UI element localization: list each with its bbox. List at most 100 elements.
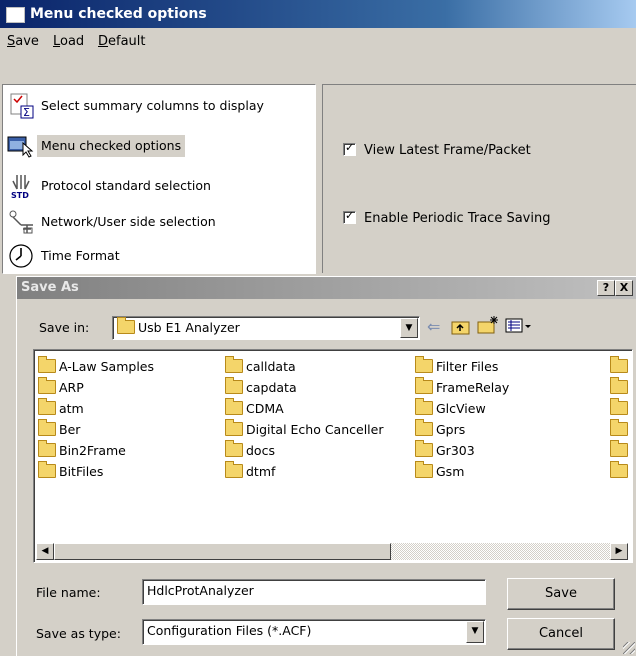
folder-item[interactable]: A-Law Samples [38, 356, 154, 377]
close-button[interactable]: X [615, 280, 633, 296]
folder-icon [225, 356, 243, 373]
dialog-title: Save As [21, 280, 79, 295]
folder-item[interactable]: calldata [225, 356, 383, 377]
option-item-menu-checked[interactable]: Menu checked options [5, 129, 305, 163]
folder-icon [415, 377, 433, 394]
file-column-partial [610, 356, 631, 482]
folder-icon[interactable] [610, 440, 628, 457]
folder-icon[interactable] [610, 419, 628, 436]
window-title: Menu checked options [30, 6, 207, 22]
window-titlebar: Menu checked options [0, 0, 636, 28]
back-icon[interactable]: ⇐ [427, 317, 440, 336]
folder-icon [415, 356, 433, 373]
folder-icon [415, 440, 433, 457]
folder-icon[interactable] [610, 356, 628, 373]
file-list[interactable]: A-Law Samples ARP atm Ber Bin2Frame BitF… [33, 349, 633, 563]
network-icon [9, 210, 33, 234]
folder-item[interactable]: FrameRelay [415, 377, 509, 398]
option-label: Network/User side selection [41, 214, 216, 229]
folder-item[interactable]: atm [38, 398, 154, 419]
option-item-network-side[interactable]: Network/User side selection [5, 205, 305, 239]
menu-save[interactable]: Save [7, 34, 39, 49]
svg-text:Σ: Σ [23, 106, 30, 119]
file-column: calldata capdata CDMA Digital Echo Cance… [225, 356, 383, 482]
folder-item[interactable]: Digital Echo Canceller [225, 419, 383, 440]
option-item-protocol-standard[interactable]: STD Protocol standard selection [5, 169, 305, 203]
folder-item[interactable]: Ber [38, 419, 154, 440]
std-icon: STD [11, 175, 30, 199]
folder-icon [117, 317, 135, 334]
folder-item[interactable]: Gr303 [415, 440, 509, 461]
folder-icon [225, 398, 243, 415]
file-column: A-Law Samples ARP atm Ber Bin2Frame BitF… [38, 356, 154, 482]
summary-columns-icon: Σ [10, 93, 34, 119]
folder-item[interactable]: CDMA [225, 398, 383, 419]
save-as-type-label: Save as type: [36, 626, 121, 641]
folder-icon [38, 461, 56, 478]
checkbox-checked-icon[interactable] [343, 209, 356, 224]
save-as-type-dropdown[interactable]: Configuration Files (*.ACF) ▼ [142, 619, 486, 645]
folder-item[interactable]: Gprs [415, 419, 509, 440]
scroll-right-icon[interactable]: ▶ [610, 543, 628, 560]
checkbox-checked-icon[interactable] [343, 141, 356, 156]
folder-icon[interactable] [610, 377, 628, 394]
menu-load[interactable]: Load [53, 34, 84, 49]
folder-item[interactable]: Filter Files [415, 356, 509, 377]
file-name-value: HdlcProtAnalyzer [147, 583, 254, 598]
folder-icon [38, 419, 56, 436]
option-label: Protocol standard selection [41, 178, 211, 193]
options-list: Σ Select summary columns to display Menu… [2, 84, 316, 274]
view-menu-icon[interactable] [505, 318, 533, 334]
options-settings-panel: View Latest Frame/Packet Enable Periodic… [322, 84, 636, 273]
option-item-time-format[interactable]: Time Format [5, 239, 305, 273]
folder-icon [38, 398, 56, 415]
menu-options-icon [7, 136, 34, 158]
enable-periodic-trace-checkbox[interactable]: Enable Periodic Trace Saving [343, 209, 551, 226]
folder-item[interactable]: ARP [38, 377, 154, 398]
option-label: Time Format [41, 248, 120, 263]
folder-icon [38, 356, 56, 373]
save-as-dialog: Save As ? X Save in: Usb E1 Analyzer ▼ ⇐… [16, 276, 636, 656]
folder-item[interactable]: GlcView [415, 398, 509, 419]
file-name-input[interactable]: HdlcProtAnalyzer [142, 579, 486, 605]
save-in-label: Save in: [39, 320, 90, 335]
file-name-label: File name: [36, 585, 101, 600]
option-label: Menu checked options [37, 135, 186, 157]
view-latest-frame-checkbox[interactable]: View Latest Frame/Packet [343, 141, 531, 158]
checkbox-label: View Latest Frame/Packet [364, 143, 531, 158]
menu-default[interactable]: Default [98, 34, 146, 49]
folder-icon[interactable] [610, 398, 628, 415]
cancel-button[interactable]: Cancel [507, 618, 615, 650]
folder-item[interactable]: Bin2Frame [38, 440, 154, 461]
folder-item[interactable]: dtmf [225, 461, 383, 482]
folder-icon [415, 461, 433, 478]
dialog-titlebar: Save As ? X [17, 277, 636, 299]
folder-item[interactable]: docs [225, 440, 383, 461]
file-column: Filter Files FrameRelay GlcView Gprs Gr3… [415, 356, 509, 482]
folder-icon [225, 419, 243, 436]
folder-icon [38, 440, 56, 457]
horizontal-scrollbar[interactable]: ◀ ▶ [36, 543, 628, 560]
folder-item[interactable]: Gsm [415, 461, 509, 482]
folder-item[interactable]: BitFiles [38, 461, 154, 482]
folder-icon[interactable] [610, 461, 628, 478]
folder-item[interactable]: capdata [225, 377, 383, 398]
folder-icon [38, 377, 56, 394]
resize-grip-icon[interactable] [623, 642, 635, 654]
help-button[interactable]: ? [597, 280, 615, 296]
option-item-summary-columns[interactable]: Σ Select summary columns to display [5, 89, 305, 123]
up-folder-icon[interactable] [451, 318, 471, 336]
scroll-left-icon[interactable]: ◀ [36, 543, 54, 560]
checkbox-label: Enable Periodic Trace Saving [364, 211, 551, 226]
svg-text:STD: STD [11, 191, 29, 199]
save-button[interactable]: Save [507, 578, 615, 610]
save-as-type-value: Configuration Files (*.ACF) [147, 623, 312, 638]
chevron-down-icon[interactable]: ▼ [466, 621, 484, 643]
folder-icon [225, 440, 243, 457]
scrollbar-thumb[interactable] [54, 543, 391, 560]
save-in-dropdown[interactable]: Usb E1 Analyzer ▼ [112, 316, 420, 340]
new-folder-icon[interactable] [477, 315, 499, 335]
chevron-down-icon[interactable]: ▼ [400, 318, 418, 338]
clock-icon [9, 244, 33, 268]
folder-icon [415, 398, 433, 415]
